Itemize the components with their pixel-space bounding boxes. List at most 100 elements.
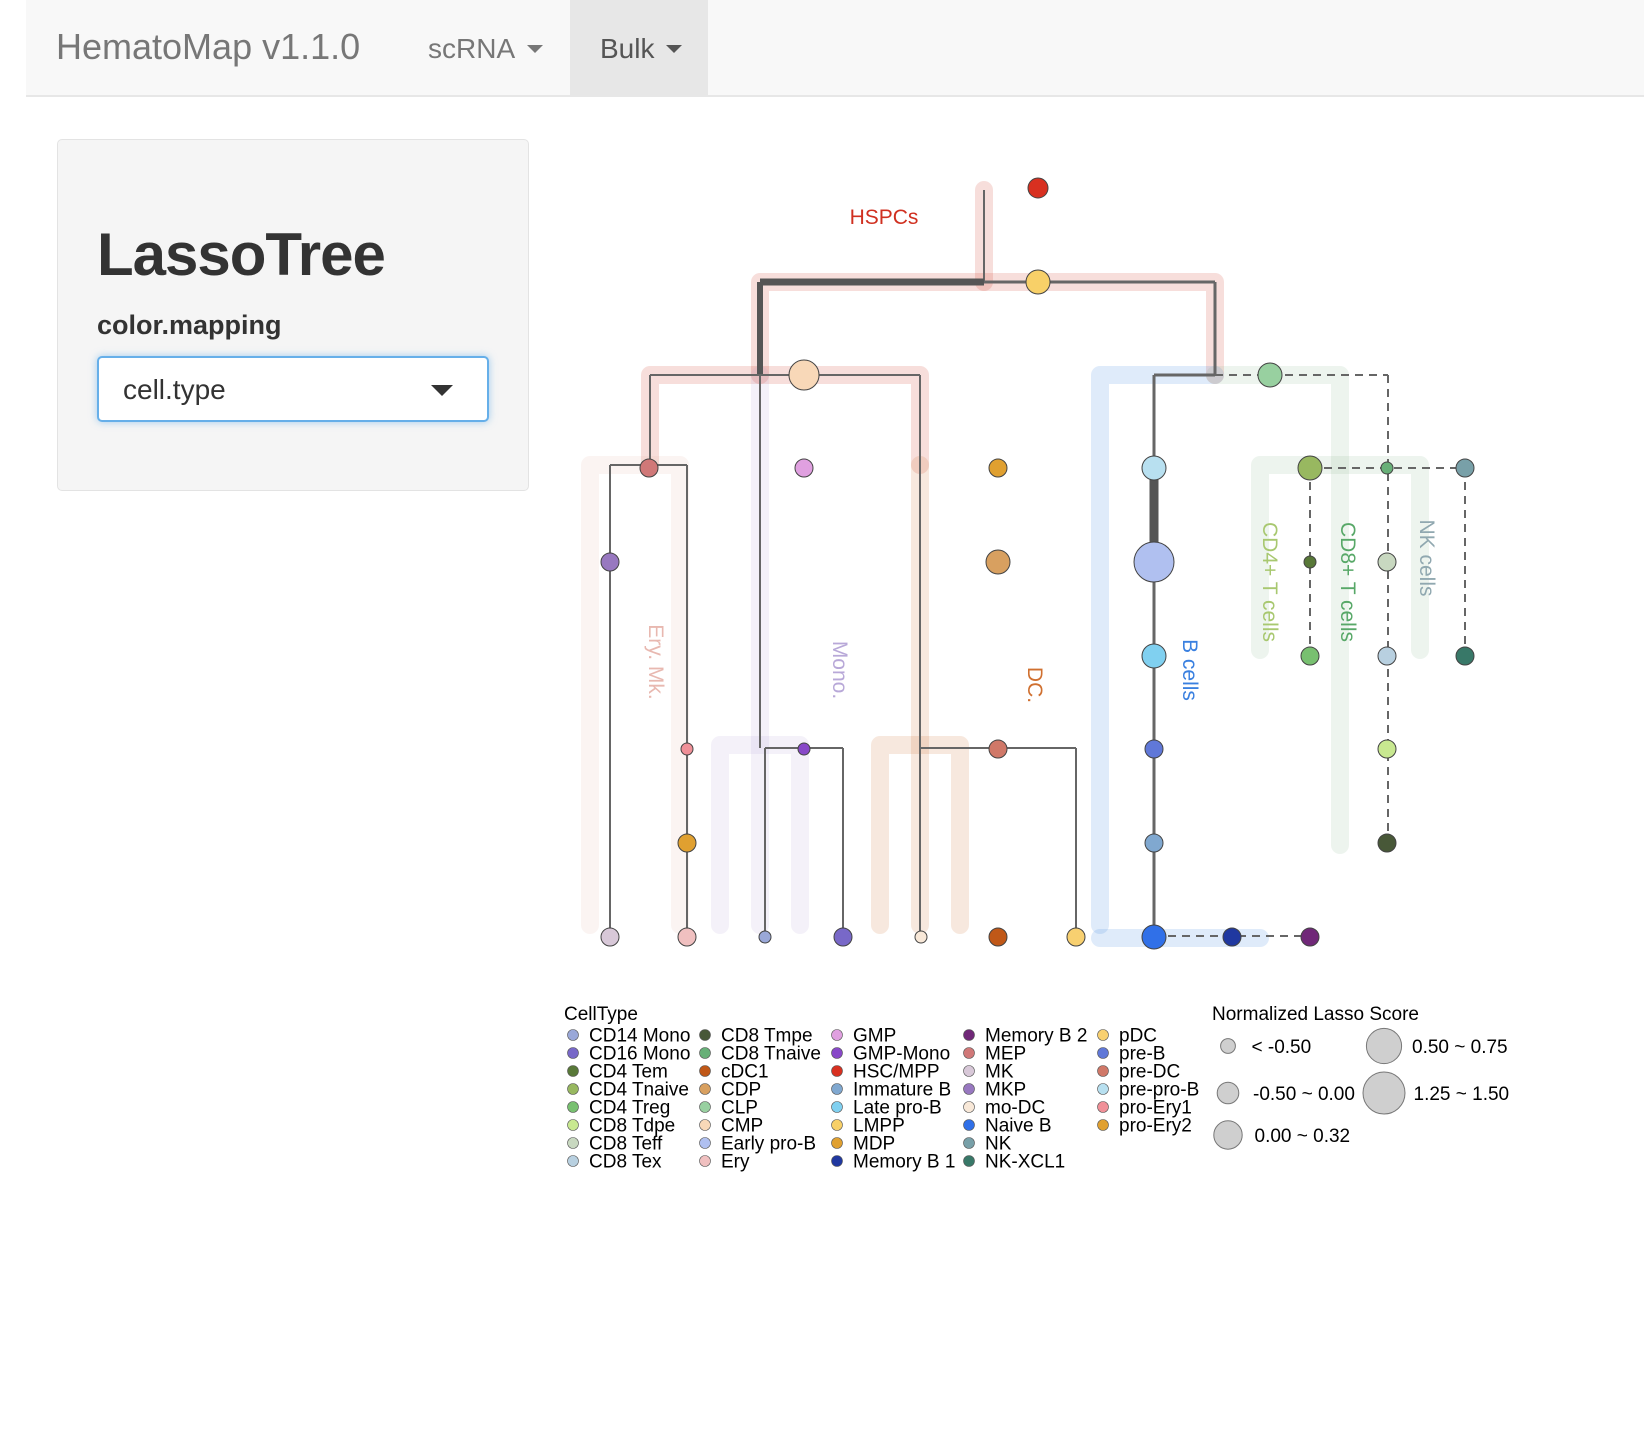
score-size-swatch xyxy=(1213,1120,1243,1150)
legend-item-label: NK-XCL1 xyxy=(985,1152,1065,1173)
group-label-b-cells: B cells xyxy=(1178,639,1201,701)
navbar: HematoMap v1.1.0 scRNA Bulk xyxy=(26,0,1644,97)
hsc-mpp-node xyxy=(1027,177,1049,199)
menu-scrna[interactable]: scRNA xyxy=(398,0,573,97)
legend-swatch xyxy=(699,1119,711,1131)
legend-celltype-title: CellType xyxy=(564,1004,638,1025)
legend-swatch xyxy=(699,1137,711,1149)
legend-swatch xyxy=(831,1065,843,1077)
chevron-down-icon xyxy=(527,44,544,53)
cd16-mono-node xyxy=(833,927,853,947)
sidebar-panel: LassoTree color.mapping cell.type xyxy=(57,139,529,491)
nk-xcl1-node xyxy=(1455,646,1475,666)
legend-swatch xyxy=(831,1155,843,1167)
legend-swatch xyxy=(567,1047,579,1059)
hspc-band xyxy=(641,366,929,474)
legend-swatch xyxy=(1097,1119,1109,1131)
hspc-band xyxy=(751,273,1224,384)
legend-swatch xyxy=(963,1101,975,1113)
legend-swatch xyxy=(567,1101,579,1113)
legend-swatch xyxy=(1097,1083,1109,1095)
legend-swatch xyxy=(1097,1101,1109,1113)
legend-swatch xyxy=(963,1119,975,1131)
mdp-node xyxy=(988,458,1008,478)
legend-item-label: CD8 Tex xyxy=(589,1152,662,1173)
legend-item-label: pro-Ery2 xyxy=(1119,1116,1192,1137)
select-value: cell.type xyxy=(123,374,226,405)
clp-node xyxy=(1257,362,1283,388)
legend-score-title: Normalized Lasso Score xyxy=(1212,1004,1419,1025)
memory-b2-node xyxy=(1300,927,1320,947)
score-level-label: < -0.50 xyxy=(1252,1037,1312,1058)
group-label-hspcs: HSPCs xyxy=(850,206,919,229)
cd8-tnaive-node xyxy=(1380,461,1394,475)
score-level-label: 0.50 ~ 0.75 xyxy=(1412,1037,1508,1058)
legend-swatch xyxy=(831,1029,843,1041)
cd8-tex-node xyxy=(1377,646,1397,666)
naive-b-node xyxy=(1141,924,1167,950)
ery-node xyxy=(677,927,697,947)
legend-swatch xyxy=(831,1137,843,1149)
legend-swatch xyxy=(963,1029,975,1041)
group-label-ery-mk: Ery. Mk. xyxy=(644,624,667,699)
score-level-label: 1.25 ~ 1.50 xyxy=(1414,1084,1510,1105)
gmp-mono-node xyxy=(797,742,811,756)
lasso-tree-plot: HSPCs Ery. Mk. Mono. DC. B cells CD4+ T cells… xyxy=(564,177,1510,1173)
menu-bulk[interactable]: Bulk xyxy=(570,0,708,97)
legend-item-label: Memory B 1 xyxy=(853,1152,955,1173)
cdp-node xyxy=(985,549,1011,575)
early-pro-b-node xyxy=(1133,541,1175,583)
cdc1-node xyxy=(988,927,1008,947)
legend-swatch xyxy=(699,1029,711,1041)
color-mapping-select[interactable]: cell.type xyxy=(97,356,489,422)
group-label-mono: Mono. xyxy=(828,641,851,699)
cd8-tdpe-node xyxy=(1377,739,1397,759)
legend-swatch xyxy=(1097,1047,1109,1059)
panel-title: LassoTree xyxy=(97,221,386,288)
legend-swatch xyxy=(963,1065,975,1077)
legend-swatch xyxy=(567,1083,579,1095)
legend-swatch xyxy=(1097,1065,1109,1077)
gmp-node xyxy=(794,458,814,478)
memory-b1-node xyxy=(1222,927,1242,947)
score-size-swatch xyxy=(1220,1038,1236,1054)
cd8-tmpe-node xyxy=(1377,833,1397,853)
legend-swatch xyxy=(567,1155,579,1167)
app-brand[interactable]: HematoMap v1.1.0 xyxy=(56,26,360,68)
color-mapping-label: color.mapping xyxy=(97,310,282,340)
legend-swatch xyxy=(831,1119,843,1131)
legend-swatch xyxy=(699,1083,711,1095)
cd4-tnaive-node xyxy=(1297,455,1323,481)
chevron-down-icon xyxy=(431,385,453,396)
legend-swatch xyxy=(567,1137,579,1149)
legend-swatch xyxy=(963,1047,975,1059)
pro-ery1-node xyxy=(680,742,694,756)
legend-swatch xyxy=(699,1101,711,1113)
cd14-mono-node xyxy=(758,930,772,944)
menu-scrna-label: scRNA xyxy=(428,32,516,64)
late-pro-b-node xyxy=(1141,643,1167,669)
nk-node xyxy=(1455,458,1475,478)
legend-swatch xyxy=(831,1047,843,1059)
legend-swatch xyxy=(831,1101,843,1113)
mkp-node xyxy=(600,552,620,572)
legend-swatch xyxy=(963,1137,975,1149)
pre-pro-b-node xyxy=(1141,455,1167,481)
pdc-node xyxy=(1066,927,1086,947)
cd4-treg-node xyxy=(1300,646,1320,666)
mk-node xyxy=(600,927,620,947)
legend-swatch xyxy=(699,1155,711,1167)
cd8-teff-node xyxy=(1377,552,1397,572)
score-size-swatch xyxy=(1362,1071,1406,1115)
pre-dc-node xyxy=(988,739,1008,759)
legend-swatch xyxy=(1097,1029,1109,1041)
score-size-swatch xyxy=(1365,1027,1403,1065)
group-label-cd4-t-cells: CD4+ T cells xyxy=(1258,522,1281,642)
group-label-cd8-t-cells: CD8+ T cells xyxy=(1336,522,1359,642)
pro-ery2-node xyxy=(677,833,697,853)
legend-swatch xyxy=(567,1065,579,1077)
chevron-down-icon xyxy=(666,44,683,53)
legend-swatch xyxy=(831,1083,843,1095)
mo-dc-node xyxy=(914,930,928,944)
legend-item-label: Ery xyxy=(721,1152,750,1173)
